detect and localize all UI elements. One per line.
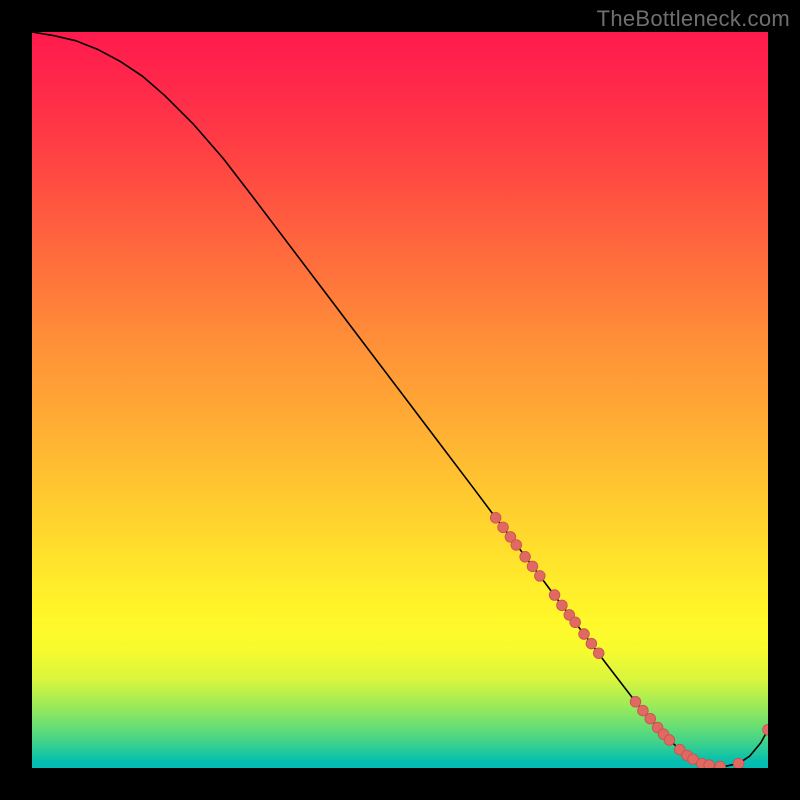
plot-hit-area[interactable] [32,32,768,768]
plot-area [32,32,768,768]
chart-stage: TheBottleneck.com [0,0,800,800]
watermark-text: TheBottleneck.com [597,6,790,32]
